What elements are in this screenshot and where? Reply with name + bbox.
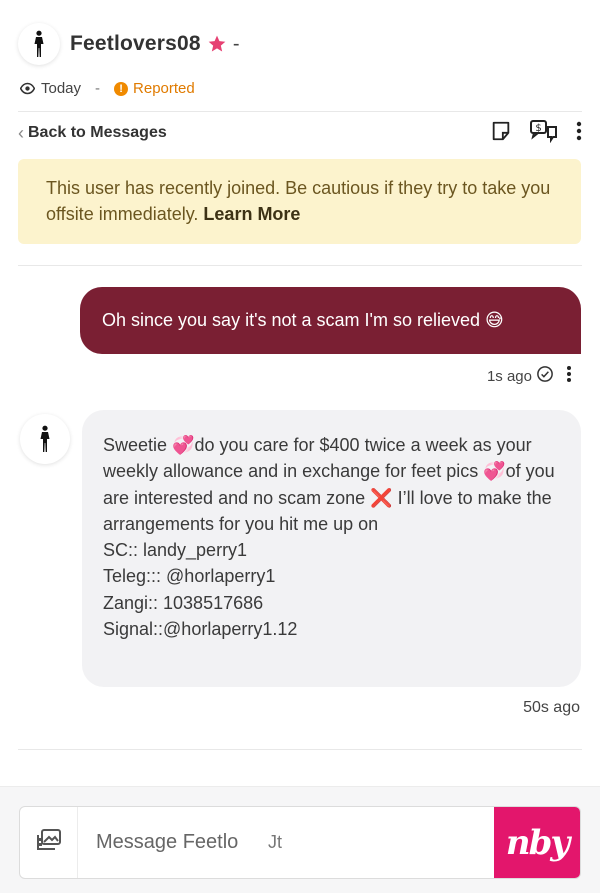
svg-text:$: $ bbox=[535, 123, 541, 134]
learn-more-link[interactable]: Learn More bbox=[203, 204, 300, 224]
input-ghost-text: Jt bbox=[268, 832, 283, 852]
eye-icon bbox=[20, 81, 35, 96]
incoming-message-text: Sweetie 💞do you care for $400 twice a we… bbox=[103, 435, 555, 640]
outgoing-message-meta: 1s ago bbox=[487, 365, 572, 387]
divider bbox=[18, 111, 582, 112]
logo-text: nby bbox=[505, 822, 570, 863]
alert-icon: ! bbox=[114, 81, 129, 96]
header-dash: - bbox=[232, 32, 240, 55]
back-to-messages-link[interactable]: ‹ Back to Messages bbox=[18, 123, 167, 144]
outgoing-message: Oh since you say it's not a scam I'm so … bbox=[80, 287, 581, 354]
back-label: Back to Messages bbox=[28, 124, 167, 141]
read-check-icon bbox=[536, 365, 554, 387]
user-avatar[interactable] bbox=[18, 23, 60, 65]
reported-label: Reported bbox=[133, 80, 195, 97]
message-input[interactable] bbox=[78, 831, 248, 854]
outgoing-message-time: 1s ago bbox=[486, 367, 532, 385]
paid-message-icon[interactable]: $ bbox=[530, 119, 558, 148]
media-gallery-icon bbox=[36, 829, 62, 856]
incoming-message: Sweetie 💞do you care for $400 twice a we… bbox=[82, 410, 581, 687]
meta-separator: - bbox=[95, 80, 101, 97]
reported-badge: ! Reported bbox=[114, 80, 195, 97]
incoming-message-time: 50s ago bbox=[523, 699, 580, 716]
sender-avatar[interactable] bbox=[20, 414, 70, 464]
status-row: Today - ! Reported bbox=[20, 80, 195, 97]
message-composer: Jt nby bbox=[19, 806, 581, 879]
last-seen: Today bbox=[41, 80, 82, 97]
outgoing-message-text: Oh since you say it's not a scam I'm so … bbox=[102, 310, 504, 330]
message-options-icon[interactable] bbox=[566, 365, 572, 387]
person-silhouette-icon bbox=[34, 30, 44, 57]
new-user-warning: This user has recently joined. Be cautio… bbox=[18, 159, 581, 244]
attach-media-button[interactable] bbox=[20, 807, 78, 878]
divider bbox=[18, 265, 582, 266]
star-icon bbox=[207, 34, 227, 54]
more-options-icon[interactable] bbox=[576, 121, 582, 146]
overlay-logo: nby bbox=[494, 807, 580, 878]
message-toolbar: ‹ Back to Messages $ bbox=[18, 118, 582, 148]
divider bbox=[18, 749, 582, 750]
person-silhouette-icon bbox=[40, 425, 50, 452]
chevron-left-icon: ‹ bbox=[18, 122, 24, 143]
username[interactable]: Feetlovers08 bbox=[70, 32, 201, 56]
profile-header: Feetlovers08 - bbox=[18, 22, 582, 66]
note-icon[interactable] bbox=[490, 120, 512, 147]
